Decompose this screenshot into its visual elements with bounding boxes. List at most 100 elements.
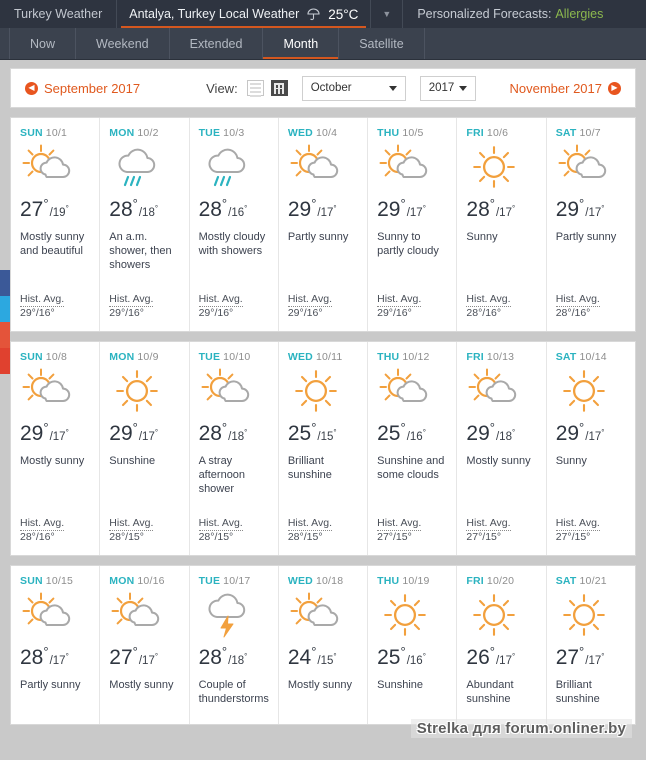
current-temperature: 25°C bbox=[328, 6, 359, 22]
tab-extended[interactable]: Extended bbox=[170, 28, 264, 59]
temperature-range: 28°/18° bbox=[109, 197, 179, 220]
day-cell[interactable]: FRI 10/20 26°/17° Abundant sunshine bbox=[457, 566, 547, 724]
personalized-forecasts[interactable]: Personalized Forecasts: Allergies bbox=[403, 0, 617, 28]
day-cell[interactable]: THU 10/5 29°/17° Sunny to partly cloudy His… bbox=[368, 118, 458, 331]
weather-icon-sun bbox=[466, 139, 536, 195]
day-cell[interactable]: TUE 10/10 28°/18° A stray afternoon shower… bbox=[190, 342, 279, 555]
day-cell[interactable]: THU 10/19 25°/16° Sunshine bbox=[368, 566, 458, 724]
year-select[interactable]: 2017 bbox=[419, 75, 476, 101]
temperature-range: 29°/17° bbox=[556, 421, 626, 444]
day-header: SUN 10/15 bbox=[20, 575, 90, 587]
day-cell[interactable]: TUE 10/3 28°/16° Mostly cloudy with shower… bbox=[190, 118, 279, 331]
tab-now[interactable]: Now bbox=[10, 28, 77, 59]
day-cell[interactable]: WED 10/18 24°/15° Mostly sunny bbox=[279, 566, 369, 724]
tab-satellite-label: Satellite bbox=[359, 36, 404, 51]
day-cell[interactable]: FRI 10/13 29°/18° Mostly sunny Hist. Avg. 27… bbox=[457, 342, 547, 555]
historical-average: Hist. Avg. 28°/15° bbox=[287, 517, 358, 544]
twitter-share-button[interactable] bbox=[0, 296, 10, 322]
day-date: 10/11 bbox=[315, 351, 343, 363]
day-of-week: SUN bbox=[20, 127, 43, 139]
site-label[interactable]: Turkey Weather bbox=[0, 0, 118, 28]
historical-average-label: Hist. Avg. bbox=[198, 517, 243, 531]
historical-average-label: Hist. Avg. bbox=[466, 293, 511, 307]
site-label-text: Turkey Weather bbox=[14, 7, 103, 21]
day-cell[interactable]: SUN 10/1 27°/19° Mostly sunny and beautifu… bbox=[11, 118, 101, 331]
chevron-down-icon bbox=[458, 85, 467, 91]
facebook-share-button[interactable] bbox=[0, 270, 10, 296]
day-of-week: SAT bbox=[555, 575, 577, 587]
forecast-description: Mostly sunny and beautiful bbox=[20, 231, 85, 257]
temperature-range: 25°/16° bbox=[377, 645, 447, 668]
day-cell[interactable]: SAT 10/21 27°/17° Brilliant sunshine bbox=[547, 566, 635, 724]
weather-icon-sun-behind-cloud bbox=[20, 363, 90, 419]
temperature-range: 29°/17° bbox=[20, 421, 90, 444]
temperature-range: 26°/17° bbox=[466, 645, 536, 668]
day-cell[interactable]: MON 10/9 29°/17° Sunshine Hist. Avg. 28°/15° bbox=[100, 342, 190, 555]
forecast-description: Sunny bbox=[555, 455, 587, 467]
temperature-range: 28°/18° bbox=[199, 645, 269, 668]
list-view-icon[interactable] bbox=[246, 80, 264, 97]
location-dropdown-toggle[interactable]: ▼ bbox=[371, 0, 404, 28]
temperature-range: 28°/17° bbox=[20, 645, 90, 668]
low-temperature: /17° bbox=[406, 204, 426, 219]
location-selector[interactable]: Antalya, Turkey Local Weather 25°C bbox=[117, 0, 372, 28]
tab-satellite[interactable]: Satellite bbox=[339, 28, 425, 59]
high-temperature: 29° bbox=[555, 196, 585, 221]
weather-icon-sun bbox=[556, 587, 626, 643]
forecast-description: Couple of thunderstorms bbox=[198, 679, 269, 705]
tab-weekend[interactable]: Weekend bbox=[76, 28, 170, 59]
forecast-description: Mostly sunny bbox=[109, 679, 174, 691]
high-temperature: 27° bbox=[555, 644, 585, 669]
day-date: 10/15 bbox=[45, 575, 74, 587]
high-temperature: 29° bbox=[377, 196, 406, 221]
weather-icon-sun-behind-cloud bbox=[377, 139, 447, 195]
forecast-description: A stray afternoon shower bbox=[198, 455, 246, 495]
day-cell[interactable]: TUE 10/17 28°/18° Couple of thunderstorms bbox=[190, 566, 279, 724]
historical-average-label: Hist. Avg. bbox=[109, 293, 154, 307]
weather-icon-sun-behind-cloud bbox=[199, 363, 269, 419]
day-header: THU 10/19 bbox=[377, 575, 447, 587]
day-cell[interactable]: SAT 10/7 29°/17° Partly sunny Hist. Avg. 28°… bbox=[547, 118, 635, 331]
day-cell[interactable]: WED 10/11 25°/15° Brilliant sunshine Hist. … bbox=[279, 342, 369, 555]
historical-average-value: 29°/16° bbox=[198, 307, 234, 319]
forecast-description: Sunny to partly cloudy bbox=[377, 231, 439, 257]
weather-icon-sun bbox=[377, 587, 447, 643]
next-month-link[interactable]: November 2017 ▶ bbox=[510, 81, 621, 96]
googleplus-share-button[interactable] bbox=[0, 322, 10, 348]
tab-month[interactable]: Month bbox=[263, 28, 340, 59]
tabbar-right-spacer bbox=[425, 28, 646, 59]
high-temperature: 29° bbox=[287, 196, 317, 221]
week-row: SUN 10/15 28°/17° Partly sunny MON 10/16 27°… bbox=[10, 565, 636, 725]
day-cell[interactable]: THU 10/12 25°/16° Sunshine and some clouds… bbox=[368, 342, 458, 555]
day-cell[interactable]: SUN 10/8 29°/17° Mostly sunny Hist. Avg. 28°… bbox=[11, 342, 101, 555]
day-of-week: THU bbox=[377, 351, 400, 363]
month-select[interactable]: October bbox=[301, 75, 406, 101]
day-cell[interactable]: MON 10/2 28°/18° An a.m. shower, then show… bbox=[100, 118, 190, 331]
grid-view-icon[interactable] bbox=[270, 80, 288, 96]
day-of-week: FRI bbox=[466, 351, 484, 363]
day-date: 10/18 bbox=[315, 575, 344, 587]
tab-extended-label: Extended bbox=[189, 36, 243, 51]
day-cell[interactable]: SUN 10/15 28°/17° Partly sunny bbox=[11, 566, 101, 724]
allergies-link[interactable]: Allergies bbox=[555, 7, 603, 21]
low-temperature: /17° bbox=[138, 428, 159, 443]
location-name: Antalya, Turkey Local Weather bbox=[129, 7, 300, 21]
low-temperature: /17° bbox=[495, 652, 516, 667]
day-cell[interactable]: MON 10/16 27°/17° Mostly sunny bbox=[100, 566, 190, 724]
previous-month-link[interactable]: ◀ September 2017 bbox=[25, 81, 140, 96]
historical-average-value: 27°/15° bbox=[466, 531, 502, 543]
forecast-description: Partly sunny bbox=[287, 231, 349, 243]
pinterest-share-button[interactable] bbox=[0, 348, 10, 374]
historical-average: Hist. Avg. 29°/16° bbox=[287, 293, 358, 320]
previous-month-label: September 2017 bbox=[44, 80, 141, 96]
weather-icon-cloud-rain bbox=[109, 139, 179, 195]
day-cell[interactable]: SAT 10/14 29°/17° Sunny Hist. Avg. 27°/15° bbox=[547, 342, 635, 555]
day-header: SUN 10/1 bbox=[20, 127, 90, 139]
forecast-description: Brilliant sunshine bbox=[555, 679, 600, 705]
day-cell[interactable]: FRI 10/6 28°/17° Sunny Hist. Avg. 28°/16° bbox=[457, 118, 547, 331]
weather-icon-sun-behind-cloud bbox=[466, 363, 536, 419]
high-temperature: 28° bbox=[198, 196, 228, 221]
day-of-week: SUN bbox=[20, 351, 43, 363]
high-temperature: 29° bbox=[466, 420, 495, 445]
day-cell[interactable]: WED 10/4 29°/17° Partly sunny Hist. Avg. 29°… bbox=[279, 118, 369, 331]
